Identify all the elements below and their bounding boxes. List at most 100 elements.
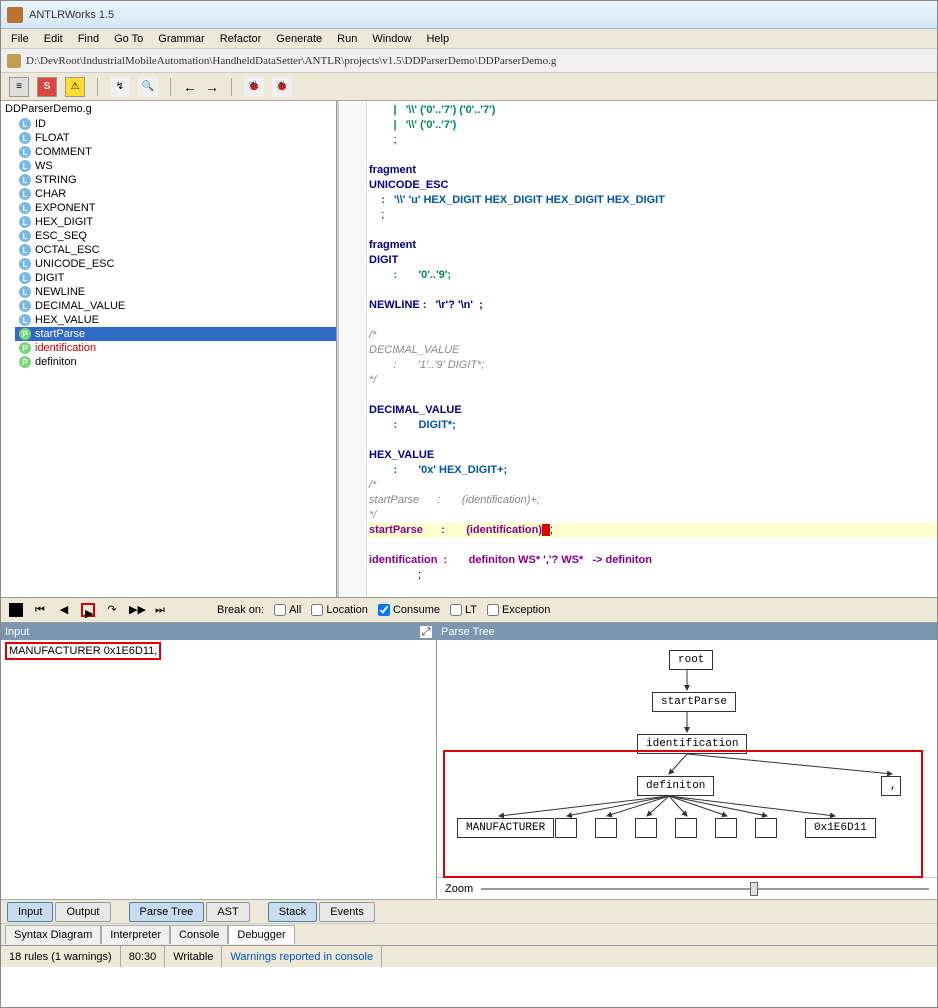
- debug-icon[interactable]: 🐞: [244, 77, 264, 97]
- sidebar-item-float[interactable]: LFLOAT: [15, 131, 336, 145]
- sidebar-item-octal_esc[interactable]: LOCTAL_ESC: [15, 243, 336, 257]
- step-over-button[interactable]: ↷: [105, 603, 119, 617]
- sidebar-item-exponent[interactable]: LEXPONENT: [15, 201, 336, 215]
- rewind-button[interactable]: ⏮: [33, 603, 47, 617]
- sidebar-item-unicode_esc[interactable]: L UNICODE_ESC: [15, 257, 336, 271]
- status-pos: 80:30: [121, 946, 166, 967]
- rule-label: UNICODE_ESC: [35, 258, 114, 270]
- separator: [231, 78, 232, 96]
- menu-help[interactable]: Help: [420, 31, 455, 47]
- check-location[interactable]: Location: [311, 604, 368, 616]
- tab-events[interactable]: Events: [319, 902, 375, 922]
- lexer-icon: L: [19, 174, 31, 186]
- back-button[interactable]: ←: [183, 79, 197, 95]
- lexer-icon: L: [19, 258, 31, 270]
- syntax-button[interactable]: S: [37, 77, 57, 97]
- tab-syntax-diagram[interactable]: Syntax Diagram: [5, 925, 101, 944]
- grammar-root[interactable]: DDParserDemo.g: [1, 101, 336, 117]
- parsetree-title: Parse Tree: [441, 626, 495, 638]
- check-all[interactable]: All: [274, 604, 301, 616]
- sidebar-item-comment[interactable]: LCOMMENT: [15, 145, 336, 159]
- rules-sidebar[interactable]: DDParserDemo.g LIDLFLOATLCOMMENTLWSLSTRI…: [1, 101, 337, 597]
- break-on-label: Break on:: [217, 604, 264, 616]
- tab-debugger[interactable]: Debugger: [228, 925, 294, 944]
- step-forward-button[interactable]: ▶: [81, 603, 95, 617]
- sidebar-item-identification[interactable]: Pidentification: [15, 341, 336, 355]
- tab-console[interactable]: Console: [170, 925, 228, 944]
- menu-run[interactable]: Run: [331, 31, 363, 47]
- input-content[interactable]: MANUFACTURER 0x1E6D11,: [1, 640, 436, 899]
- input-panel: Input ⤢ MANUFACTURER 0x1E6D11,: [1, 623, 437, 899]
- forward-button[interactable]: →: [205, 79, 219, 95]
- warning-button[interactable]: ⚠: [65, 77, 85, 97]
- expand-icon[interactable]: ⤢: [420, 626, 432, 638]
- sidebar-item-startparse[interactable]: PstartParse: [15, 327, 336, 341]
- sidebar-item-esc_seq[interactable]: L ESC_SEQ: [15, 229, 336, 243]
- toolbar: ≡ S ⚠ ↯ 🔍 ← → 🐞 🐞: [1, 73, 937, 101]
- separator: [170, 78, 171, 96]
- rule-label: DECIMAL_VALUE: [35, 300, 125, 312]
- search-button[interactable]: 🔍: [138, 77, 158, 97]
- sort-button[interactable]: ≡: [9, 77, 29, 97]
- node-root[interactable]: root: [669, 650, 713, 670]
- menu-refactor[interactable]: Refactor: [214, 31, 268, 47]
- lexer-icon: L: [19, 188, 31, 200]
- sidebar-item-definiton[interactable]: Pdefiniton: [15, 355, 336, 369]
- bug-icon[interactable]: 🐞: [272, 77, 292, 97]
- tab-stack[interactable]: Stack: [268, 902, 318, 922]
- sidebar-item-hex_value[interactable]: LHEX_VALUE: [15, 313, 336, 327]
- rule-label: NEWLINE: [35, 286, 85, 298]
- code-editor[interactable]: | '\\' ('0'..'7') ('0'..'7') | '\\' ('0'…: [337, 101, 937, 597]
- lexer-icon: L: [19, 132, 31, 144]
- check-exception[interactable]: Exception: [487, 604, 550, 616]
- go-end-button[interactable]: ⏭: [153, 603, 167, 617]
- statusbar: 18 rules (1 warnings) 80:30 Writable War…: [1, 945, 937, 967]
- lexer-icon: L: [19, 314, 31, 326]
- menu-generate[interactable]: Generate: [270, 31, 328, 47]
- node-startparse[interactable]: startParse: [652, 692, 736, 712]
- titlebar: ANTLRWorks 1.5: [1, 1, 937, 29]
- rule-label: DIGIT: [35, 272, 64, 284]
- file-icon: [7, 54, 21, 68]
- rule-label: WS: [35, 160, 53, 172]
- menu-file[interactable]: File: [5, 31, 35, 47]
- menu-goto[interactable]: Go To: [108, 31, 149, 47]
- sidebar-item-digit[interactable]: LDIGIT: [15, 271, 336, 285]
- sidebar-item-id[interactable]: LID: [15, 117, 336, 131]
- zoom-thumb[interactable]: [750, 882, 758, 896]
- menu-find[interactable]: Find: [72, 31, 105, 47]
- status-mode: Writable: [165, 946, 222, 967]
- find-button[interactable]: ↯: [110, 77, 130, 97]
- sidebar-item-newline[interactable]: LNEWLINE: [15, 285, 336, 299]
- zoom-bar: Zoom: [437, 877, 937, 899]
- tab-output[interactable]: Output: [55, 902, 110, 922]
- parsetree-header: Parse Tree: [437, 623, 937, 640]
- tab-input[interactable]: Input: [7, 902, 53, 922]
- sidebar-item-char[interactable]: L CHAR: [15, 187, 336, 201]
- zoom-slider[interactable]: [481, 888, 929, 890]
- view-tabs: Input Output Parse Tree AST Stack Events: [1, 899, 937, 923]
- input-text: MANUFACTURER 0x1E6D11,: [5, 642, 161, 660]
- lexer-icon: L: [19, 230, 31, 242]
- tree-canvas[interactable]: root startParse identification definiton…: [437, 640, 937, 877]
- menu-edit[interactable]: Edit: [38, 31, 69, 47]
- sidebar-item-ws[interactable]: LWS: [15, 159, 336, 173]
- rule-label: ESC_SEQ: [35, 230, 87, 242]
- parser-icon: P: [19, 342, 31, 354]
- sidebar-item-hex_digit[interactable]: LHEX_DIGIT: [15, 215, 336, 229]
- check-consume[interactable]: Consume: [378, 604, 440, 616]
- fast-forward-button[interactable]: ▶▶: [129, 603, 143, 617]
- tab-parsetree[interactable]: Parse Tree: [129, 902, 205, 922]
- stop-button[interactable]: [9, 603, 23, 617]
- sidebar-item-decimal_value[interactable]: LDECIMAL_VALUE: [15, 299, 336, 313]
- step-back-button[interactable]: ◀: [57, 603, 71, 617]
- menu-grammar[interactable]: Grammar: [152, 31, 210, 47]
- sidebar-item-string[interactable]: LSTRING: [15, 173, 336, 187]
- menu-window[interactable]: Window: [366, 31, 417, 47]
- parser-icon: P: [19, 356, 31, 368]
- tab-ast[interactable]: AST: [206, 902, 249, 922]
- rule-label: CHAR: [35, 188, 66, 200]
- tab-interpreter[interactable]: Interpreter: [101, 925, 170, 944]
- check-lt[interactable]: LT: [450, 604, 477, 616]
- status-msg[interactable]: Warnings reported in console: [222, 946, 382, 967]
